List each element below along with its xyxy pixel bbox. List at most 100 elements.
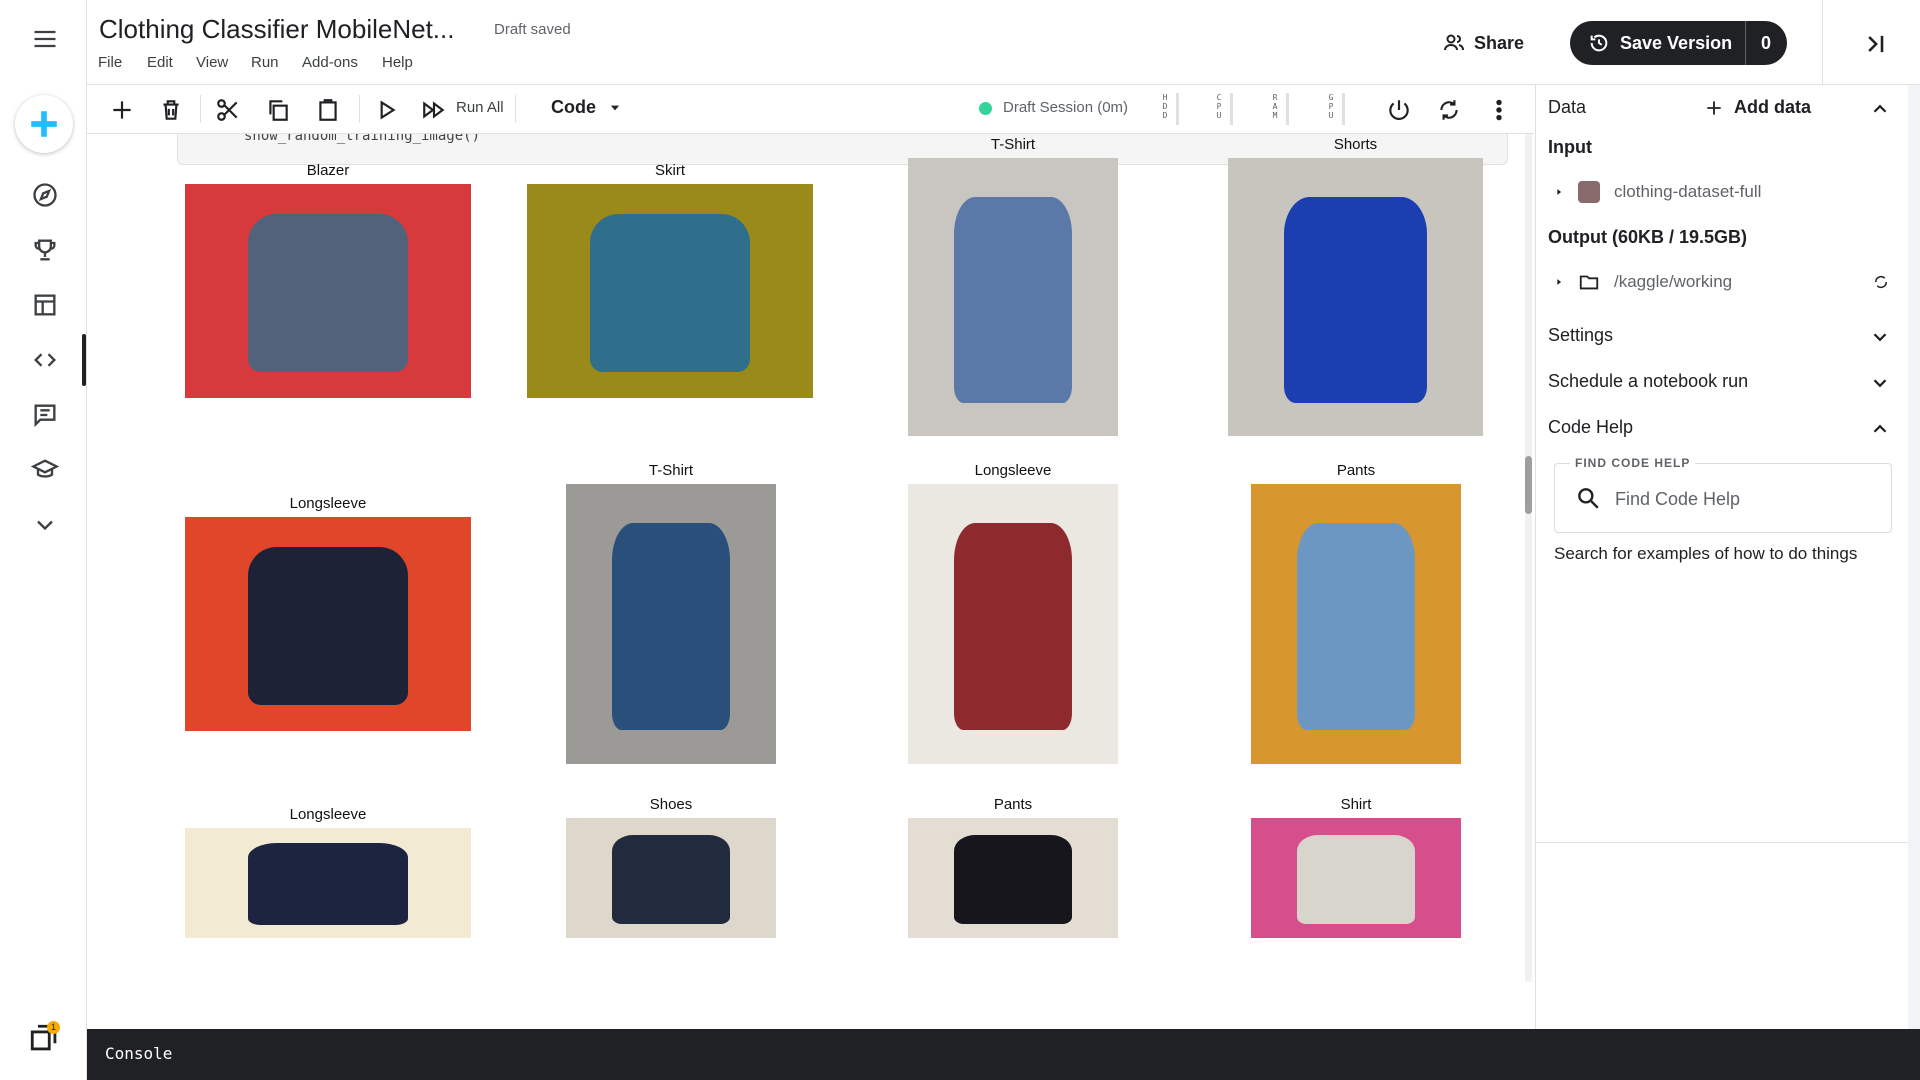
add-cell-icon[interactable] [105,93,139,127]
panel-edge [1908,85,1920,1029]
add-data-label: Add data [1734,97,1812,117]
menu-file[interactable]: File [98,54,122,71]
share-button[interactable]: Share [1442,26,1524,60]
chevron-down-icon[interactable] [24,504,66,546]
comments-icon[interactable] [24,394,66,436]
toolbar-divider [515,95,516,123]
data-title: Data [1548,97,1587,117]
garment-shape [954,834,1072,924]
scrollbar-thumb[interactable] [1525,456,1532,514]
delete-icon[interactable] [154,93,188,127]
hamburger-menu-icon[interactable] [24,18,66,60]
notification-badge: 1 [47,1021,60,1034]
menu-view[interactable]: View [196,54,228,71]
input-dataset-name: clothing-dataset-full [1614,182,1762,201]
toolbar-divider [359,95,360,123]
notebook-title[interactable]: Clothing Classifier MobileNet... [99,14,454,45]
menu-help[interactable]: Help [382,54,413,71]
menu-edit[interactable]: Edit [147,54,173,71]
garment-shape [247,843,409,925]
version-count: 0 [1760,32,1771,53]
garment-shape [589,213,751,373]
code-line: show_random_training_image() [244,134,481,144]
chevron-down-icon [1869,372,1891,394]
image-class-label: Longsleeve [289,806,367,823]
image-class-label: Longsleeve [974,462,1052,479]
left-rail [0,0,87,1080]
run-all-button[interactable]: Run All [456,99,504,116]
chevron-up-icon[interactable] [1869,98,1891,120]
clothing-photo [527,184,813,398]
draft-status: Draft saved [494,21,571,38]
notebook-header: Clothing Classifier MobileNet... Draft s… [87,0,1920,85]
search-icon [1578,488,1599,509]
add-data-button[interactable]: Add data [1704,97,1811,118]
code-help-label[interactable]: Code Help [1548,417,1633,438]
gpu-gauge-label: GPU [1328,93,1334,120]
image-output-cell: Shirt [1251,796,1461,938]
console-label: Console [105,1044,173,1063]
find-code-help-input[interactable] [1613,484,1877,514]
notebook-toolbar: Run All Code Draft Session (0m) HDD CPU … [87,85,1534,134]
find-code-help-legend: FIND CODE HELP [1570,456,1696,470]
image-output-cell: T-Shirt [566,462,776,764]
ram-gauge [1286,93,1289,125]
clothing-photo [185,184,471,398]
restart-icon[interactable] [1432,93,1466,127]
paste-icon[interactable] [311,93,345,127]
save-version-label: Save Version [1620,32,1733,53]
image-output-cell: T-Shirt [908,136,1118,436]
code-icon[interactable] [24,339,66,381]
image-output-cell: Pants [1251,462,1461,764]
input-dataset-item[interactable]: clothing-dataset-full [1554,181,1761,203]
chevron-up-icon[interactable] [1869,418,1891,440]
session-label[interactable]: Draft Session (0m) [1003,99,1128,116]
right-side-panel: Data Add data Input clothing-dataset-ful… [1535,85,1909,1029]
clothing-photo [1251,818,1461,938]
scrollbar-track[interactable] [1525,134,1532,982]
menu-run[interactable]: Run [251,54,279,71]
cell-type-dropdown[interactable]: Code [551,97,622,118]
image-class-label: Longsleeve [289,495,367,512]
learn-icon[interactable] [24,449,66,491]
find-code-help-field[interactable] [1554,463,1892,533]
more-vert-icon[interactable] [1482,93,1516,127]
settings-section[interactable]: Settings [1536,314,1909,361]
toolbar-divider [200,95,201,123]
create-button[interactable] [15,95,73,153]
header-divider [1822,0,1823,84]
clothing-photo [908,158,1118,436]
ram-gauge-label: RAM [1272,93,1278,120]
clothing-photo [185,828,471,938]
output-label: Output (60KB / 19.5GB) [1548,227,1748,247]
table-icon[interactable] [24,284,66,326]
cell-type-value: Code [551,97,596,117]
run-all-icon[interactable] [417,93,451,127]
garment-shape [1297,834,1415,924]
copy-icon[interactable] [261,93,295,127]
menu-add-ons[interactable]: Add-ons [302,54,358,71]
console-bar[interactable]: Console [87,1029,1920,1080]
image-output-cell: Longsleeve [908,462,1118,764]
trophy-icon[interactable] [24,229,66,271]
compass-icon[interactable] [24,174,66,216]
power-icon[interactable] [1382,93,1416,127]
cpu-gauge-label: CPU [1216,93,1222,120]
schedule-section[interactable]: Schedule a notebook run [1536,360,1909,407]
run-cell-icon[interactable] [369,93,403,127]
image-output-cell: Shoes [566,796,776,938]
output-folder-item[interactable]: /kaggle/working [1554,271,1732,293]
image-class-label: Skirt [655,162,685,179]
clothing-photo [908,484,1118,764]
hdd-gauge-label: HDD [1162,93,1168,120]
clothing-photo [185,517,471,731]
refresh-icon[interactable] [1872,273,1890,296]
cut-icon[interactable] [211,93,245,127]
notebook-area: show_random_training_image() Blazer Skirt… [87,134,1534,1029]
image-class-label: T-Shirt [648,462,694,479]
save-version-button[interactable]: Save Version 0 [1570,21,1787,65]
collapse-panel-icon[interactable] [1857,26,1893,62]
clothing-photo [1228,158,1483,436]
image-output-cell: Longsleeve [185,495,471,731]
gpu-gauge [1342,93,1345,125]
